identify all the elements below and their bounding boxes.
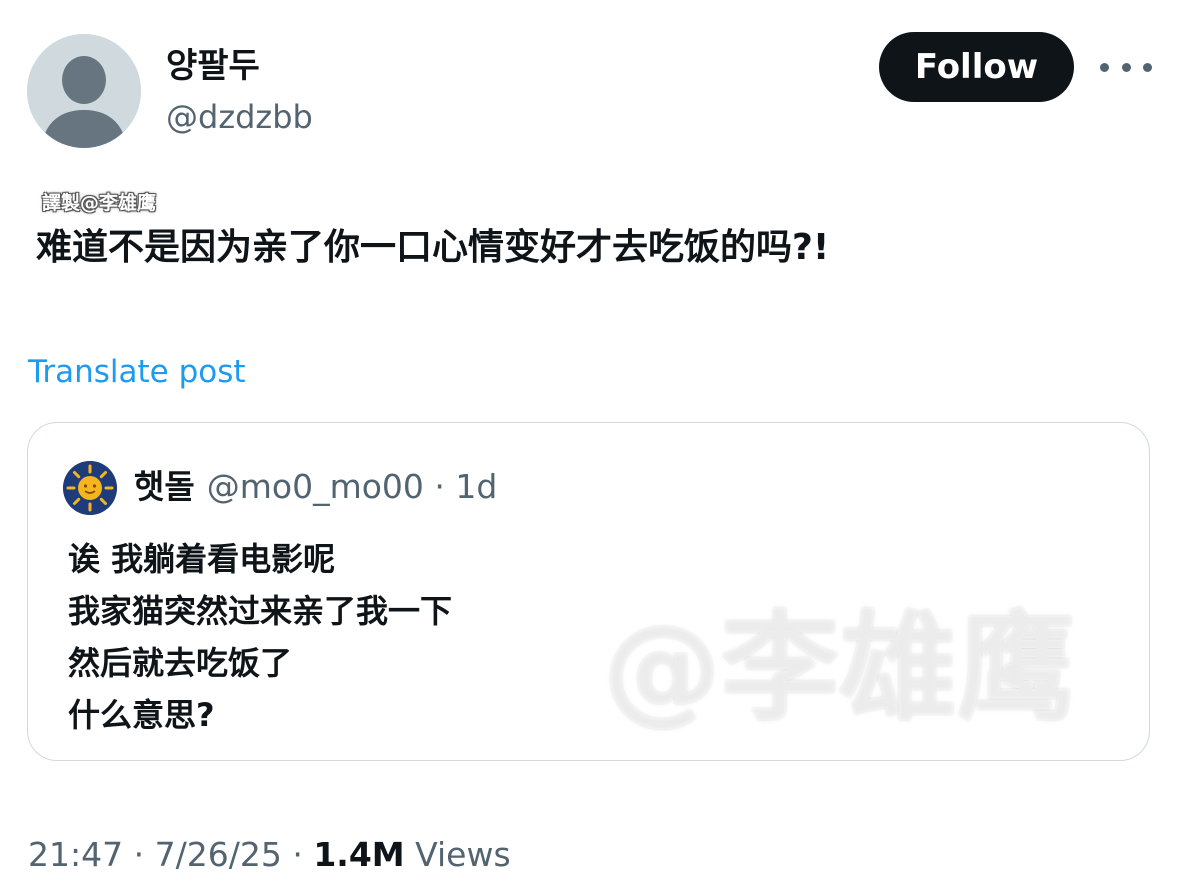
quote-text-line: 然后就去吃饭了 <box>68 644 293 682</box>
meta-separator: · <box>292 835 303 874</box>
quote-text-line: 诶 我躺着看电影呢 <box>68 540 336 578</box>
follow-button[interactable]: Follow <box>879 32 1074 102</box>
quote-text-line: 我家猫突然过来亲了我一下 <box>68 592 453 630</box>
default-avatar-icon <box>27 34 141 148</box>
views-count: 1.4M <box>313 835 405 874</box>
quote-text: 诶 我躺着看电影呢 我家猫突然过来亲了我一下 然后就去吃饭了 什么意思? <box>68 533 452 741</box>
views-label: Views <box>415 835 511 874</box>
author-handle[interactable]: @dzdzbb <box>166 96 313 138</box>
quote-header: 햇돌 @mo0_mo00 · 1d <box>134 463 497 511</box>
author-avatar[interactable] <box>27 34 141 148</box>
post-meta: 21:47 · 7/26/25 · 1.4M Views <box>28 833 511 877</box>
post-time[interactable]: 21:47 <box>28 835 123 874</box>
post-text: 难道不是因为亲了你一口心情变好才去吃饭的吗?! <box>36 227 830 268</box>
quote-display-name[interactable]: 햇돌 <box>134 467 195 506</box>
quote-text-line: 什么意思? <box>68 696 215 734</box>
more-options-button[interactable] <box>1100 52 1152 82</box>
quote-handle[interactable]: @mo0_mo00 <box>207 467 424 506</box>
quote-author-avatar[interactable] <box>63 461 117 515</box>
more-dots-icon <box>1121 62 1131 72</box>
translate-post-link[interactable]: Translate post <box>28 351 246 393</box>
quoted-post-card[interactable]: 햇돌 @mo0_mo00 · 1d 诶 我躺着看电影呢 我家猫突然过来亲了我一下 … <box>27 422 1150 761</box>
meta-separator: · <box>133 835 145 874</box>
watermark: @李雄鹰 <box>603 599 1076 737</box>
quote-separator: · <box>434 467 445 506</box>
more-dots-icon <box>1143 62 1152 72</box>
quote-timestamp[interactable]: 1d <box>455 467 497 506</box>
translator-credit-tag: 譯製@李雄鹰 <box>42 192 157 214</box>
post-date[interactable]: 7/26/25 <box>155 835 282 874</box>
sun-avatar-icon <box>63 461 117 515</box>
more-dots-icon <box>1100 62 1109 72</box>
author-display-name[interactable]: 양팔두 <box>166 44 260 88</box>
